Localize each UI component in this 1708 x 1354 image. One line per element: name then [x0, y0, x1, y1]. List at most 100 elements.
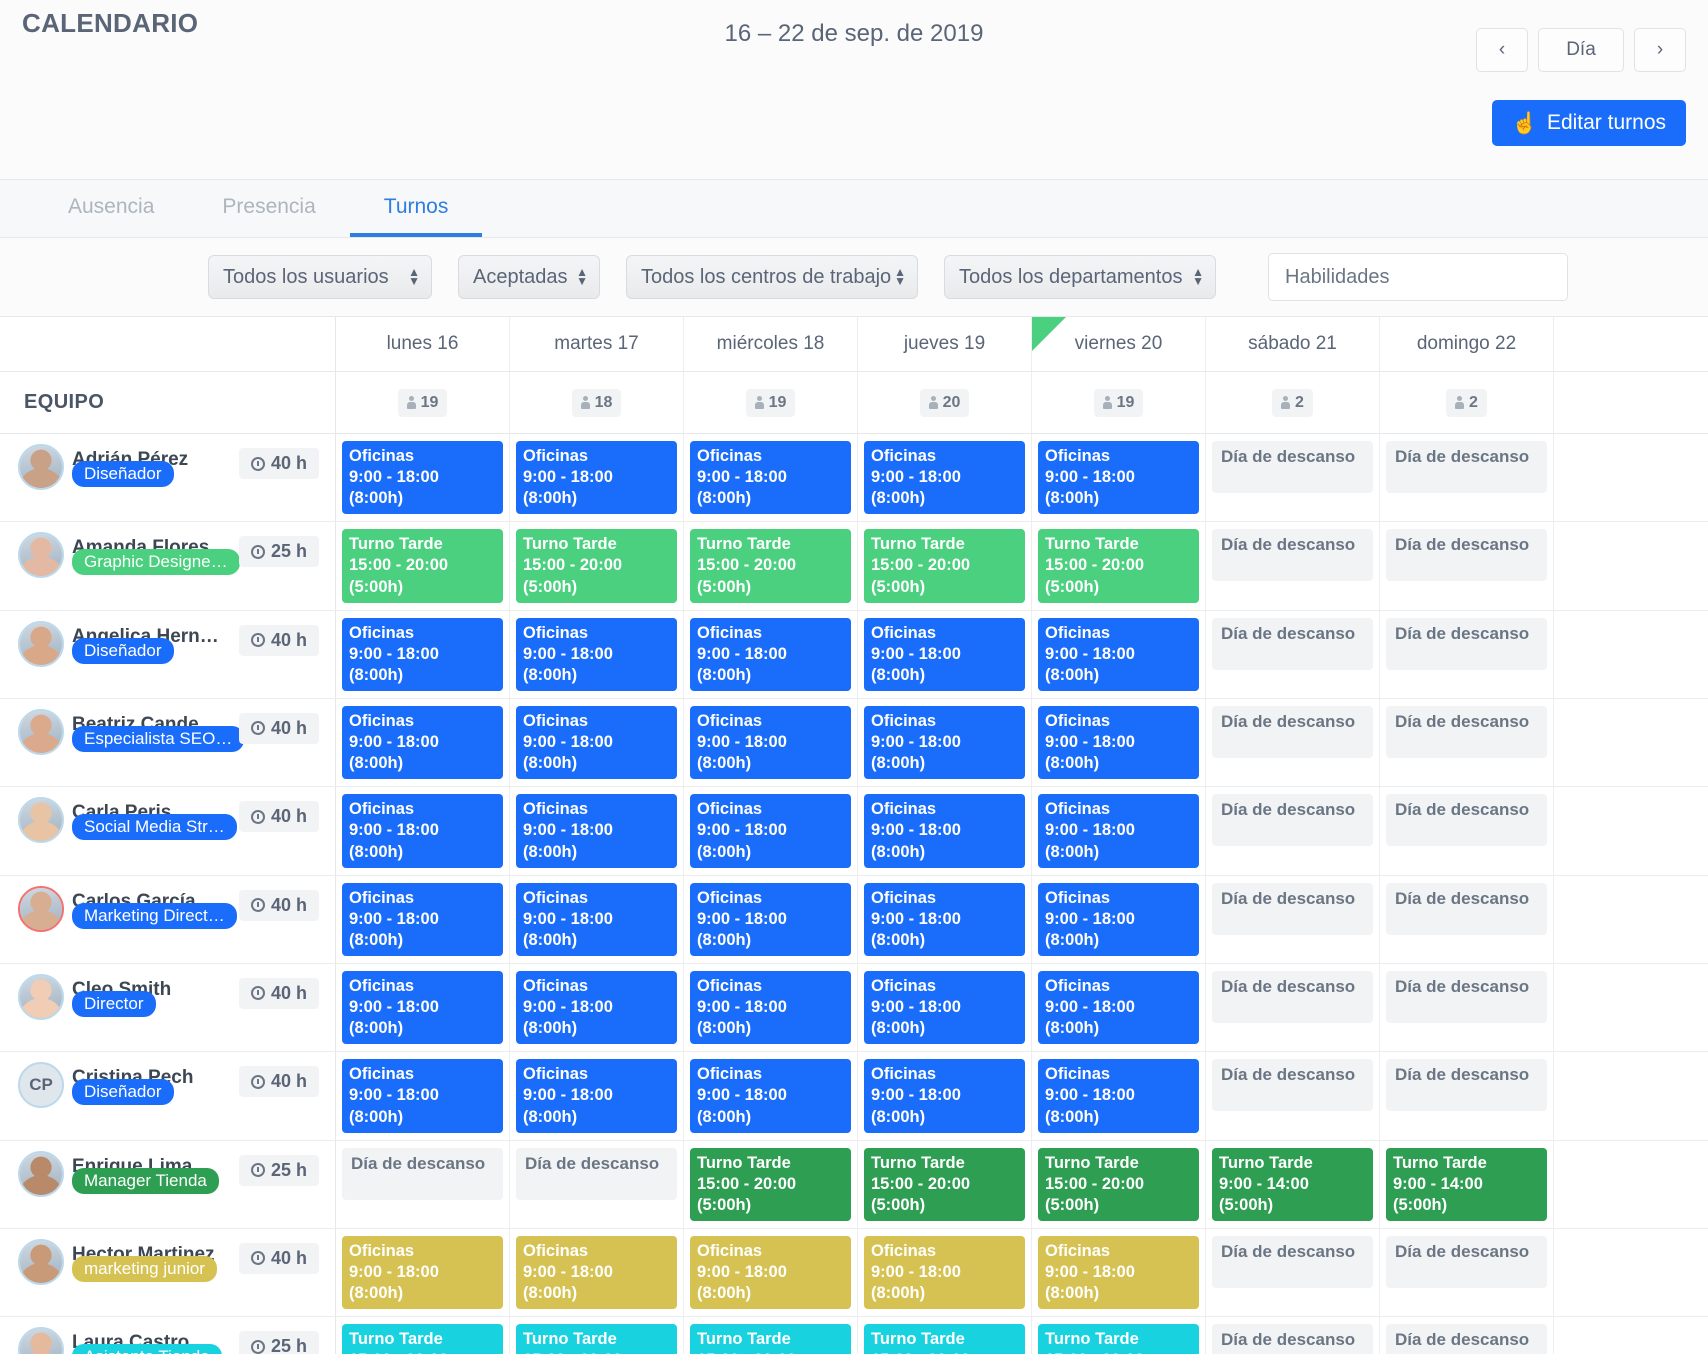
rest-day-block[interactable]: Día de descanso [1386, 971, 1547, 1023]
rest-day-block[interactable]: Día de descanso [1212, 1236, 1373, 1288]
day-cell[interactable]: Turno Tarde15:00 - 20:00 (5:00h) [858, 1141, 1032, 1228]
shift-block[interactable]: Oficinas9:00 - 18:00 (8:00h) [342, 441, 503, 514]
day-cell[interactable]: Día de descanso [1206, 964, 1380, 1051]
shift-block[interactable]: Oficinas9:00 - 18:00 (8:00h) [516, 1059, 677, 1132]
day-cell[interactable]: Oficinas9:00 - 18:00 (8:00h) [336, 1229, 510, 1316]
day-cell[interactable]: Oficinas9:00 - 18:00 (8:00h) [336, 876, 510, 963]
day-cell[interactable]: Oficinas9:00 - 18:00 (8:00h) [858, 1052, 1032, 1139]
employee-cell[interactable]: Laura CastroAsistente Tienda25 h [0, 1317, 336, 1354]
day-cell[interactable]: Oficinas9:00 - 18:00 (8:00h) [510, 964, 684, 1051]
shift-block[interactable]: Turno Tarde15:00 - 20:00 (5:00h) [1038, 529, 1199, 602]
tab-turnos[interactable]: Turnos [350, 180, 483, 237]
shift-block[interactable]: Turno Tarde15:00 - 20:00 (5:00h) [690, 1148, 851, 1221]
day-cell[interactable]: Oficinas9:00 - 18:00 (8:00h) [858, 434, 1032, 521]
prev-period-button[interactable]: ‹ [1476, 28, 1528, 72]
shift-block[interactable]: Oficinas9:00 - 18:00 (8:00h) [516, 1236, 677, 1309]
day-cell[interactable]: Oficinas9:00 - 18:00 (8:00h) [684, 699, 858, 786]
filter-users-select[interactable]: Todos los usuarios ▲▼ [208, 255, 432, 299]
shift-block[interactable]: Oficinas9:00 - 18:00 (8:00h) [1038, 618, 1199, 691]
rest-day-block[interactable]: Día de descanso [342, 1148, 503, 1200]
day-cell[interactable]: Día de descanso [1380, 611, 1554, 698]
day-cell[interactable]: Oficinas9:00 - 18:00 (8:00h) [684, 1052, 858, 1139]
day-cell[interactable]: Día de descanso [336, 1141, 510, 1228]
filter-workplaces-select[interactable]: Todos los centros de trabajo ▲▼ [626, 255, 918, 299]
day-cell[interactable]: Oficinas9:00 - 18:00 (8:00h) [1032, 434, 1206, 521]
day-cell[interactable]: Turno Tarde15:00 - 20:00 (5:00h) [336, 1317, 510, 1354]
day-cell[interactable]: Día de descanso [1206, 522, 1380, 609]
rest-day-block[interactable]: Día de descanso [1386, 1236, 1547, 1288]
day-cell[interactable]: Oficinas9:00 - 18:00 (8:00h) [1032, 1052, 1206, 1139]
day-cell[interactable]: Oficinas9:00 - 18:00 (8:00h) [510, 699, 684, 786]
shift-block[interactable]: Oficinas9:00 - 18:00 (8:00h) [690, 794, 851, 867]
rest-day-block[interactable]: Día de descanso [1212, 529, 1373, 581]
day-cell[interactable]: Oficinas9:00 - 18:00 (8:00h) [510, 611, 684, 698]
shift-block[interactable]: Oficinas9:00 - 18:00 (8:00h) [342, 1059, 503, 1132]
day-cell[interactable]: Oficinas9:00 - 18:00 (8:00h) [336, 1052, 510, 1139]
day-cell[interactable]: Turno Tarde15:00 - 20:00 (5:00h) [510, 522, 684, 609]
rest-day-block[interactable]: Día de descanso [1386, 883, 1547, 935]
shift-block[interactable]: Oficinas9:00 - 18:00 (8:00h) [342, 1236, 503, 1309]
shift-block[interactable]: Turno Tarde15:00 - 20:00 (5:00h) [1038, 1148, 1199, 1221]
rest-day-block[interactable]: Día de descanso [1386, 618, 1547, 670]
day-cell[interactable]: Turno Tarde15:00 - 20:00 (5:00h) [684, 522, 858, 609]
day-cell[interactable]: Oficinas9:00 - 18:00 (8:00h) [510, 434, 684, 521]
day-cell[interactable]: Día de descanso [1380, 522, 1554, 609]
shift-block[interactable]: Oficinas9:00 - 18:00 (8:00h) [516, 618, 677, 691]
rest-day-block[interactable]: Día de descanso [1386, 706, 1547, 758]
shift-block[interactable]: Turno Tarde15:00 - 20:00 (5:00h) [1038, 1324, 1199, 1354]
day-cell[interactable]: Día de descanso [1206, 1317, 1380, 1354]
shift-block[interactable]: Oficinas9:00 - 18:00 (8:00h) [1038, 794, 1199, 867]
shift-block[interactable]: Turno Tarde15:00 - 20:00 (5:00h) [864, 1148, 1025, 1221]
day-cell[interactable]: Día de descanso [1206, 611, 1380, 698]
employee-cell[interactable]: Beatriz Cande…Especialista SEO…40 h [0, 699, 336, 786]
day-cell[interactable]: Oficinas9:00 - 18:00 (8:00h) [684, 964, 858, 1051]
tab-ausencia[interactable]: Ausencia [34, 180, 188, 237]
shift-block[interactable]: Oficinas9:00 - 18:00 (8:00h) [690, 618, 851, 691]
day-cell[interactable]: Oficinas9:00 - 18:00 (8:00h) [684, 611, 858, 698]
day-cell[interactable]: Día de descanso [1380, 1317, 1554, 1354]
shift-block[interactable]: Oficinas9:00 - 18:00 (8:00h) [342, 706, 503, 779]
shift-block[interactable]: Oficinas9:00 - 18:00 (8:00h) [864, 1236, 1025, 1309]
rest-day-block[interactable]: Día de descanso [516, 1148, 677, 1200]
view-mode-button[interactable]: Día [1538, 28, 1624, 72]
shift-block[interactable]: Oficinas9:00 - 18:00 (8:00h) [342, 618, 503, 691]
day-cell[interactable]: Turno Tarde15:00 - 20:00 (5:00h) [858, 522, 1032, 609]
shift-block[interactable]: Oficinas9:00 - 18:00 (8:00h) [690, 883, 851, 956]
shift-block[interactable]: Turno Tarde15:00 - 20:00 (5:00h) [864, 529, 1025, 602]
shift-block[interactable]: Oficinas9:00 - 18:00 (8:00h) [1038, 441, 1199, 514]
filter-status-select[interactable]: Aceptadas ▲▼ [458, 255, 600, 299]
day-cell[interactable]: Oficinas9:00 - 18:00 (8:00h) [858, 611, 1032, 698]
employee-cell[interactable]: Hector Martinezmarketing junior40 h [0, 1229, 336, 1316]
day-cell[interactable]: Oficinas9:00 - 18:00 (8:00h) [858, 787, 1032, 874]
shift-block[interactable]: Oficinas9:00 - 18:00 (8:00h) [342, 794, 503, 867]
day-cell[interactable]: Oficinas9:00 - 18:00 (8:00h) [684, 434, 858, 521]
day-cell[interactable]: Oficinas9:00 - 18:00 (8:00h) [858, 1229, 1032, 1316]
day-cell[interactable]: Día de descanso [1206, 876, 1380, 963]
shift-block[interactable]: Turno Tarde15:00 - 20:00 (5:00h) [864, 1324, 1025, 1354]
shift-block[interactable]: Oficinas9:00 - 18:00 (8:00h) [690, 1059, 851, 1132]
shift-block[interactable]: Turno Tarde15:00 - 20:00 (5:00h) [690, 529, 851, 602]
filter-departments-select[interactable]: Todos los departamentos ▲▼ [944, 255, 1216, 299]
day-cell[interactable]: Día de descanso [1206, 1229, 1380, 1316]
day-cell[interactable]: Oficinas9:00 - 18:00 (8:00h) [1032, 787, 1206, 874]
day-cell[interactable]: Oficinas9:00 - 18:00 (8:00h) [1032, 964, 1206, 1051]
shift-block[interactable]: Oficinas9:00 - 18:00 (8:00h) [690, 1236, 851, 1309]
employee-cell[interactable]: Angelica Hern…Diseñador40 h [0, 611, 336, 698]
shift-block[interactable]: Oficinas9:00 - 18:00 (8:00h) [516, 706, 677, 779]
employee-cell[interactable]: Cleo SmithDirector40 h [0, 964, 336, 1051]
day-cell[interactable]: Día de descanso [1380, 1229, 1554, 1316]
rest-day-block[interactable]: Día de descanso [1386, 794, 1547, 846]
shift-block[interactable]: Oficinas9:00 - 18:00 (8:00h) [516, 794, 677, 867]
shift-block[interactable]: Oficinas9:00 - 18:00 (8:00h) [690, 971, 851, 1044]
day-cell[interactable]: Día de descanso [1206, 434, 1380, 521]
shift-block[interactable]: Turno Tarde15:00 - 20:00 (5:00h) [342, 529, 503, 602]
rest-day-block[interactable]: Día de descanso [1212, 441, 1373, 493]
day-cell[interactable]: Oficinas9:00 - 18:00 (8:00h) [858, 876, 1032, 963]
employee-cell[interactable]: Amanda FloresGraphic Designe…25 h [0, 522, 336, 609]
employee-cell[interactable]: Enrique LimaManager Tienda25 h [0, 1141, 336, 1228]
day-cell[interactable]: Turno Tarde15:00 - 20:00 (5:00h) [684, 1141, 858, 1228]
shift-block[interactable]: Oficinas9:00 - 18:00 (8:00h) [1038, 883, 1199, 956]
shift-block[interactable]: Turno Tarde15:00 - 20:00 (5:00h) [342, 1324, 503, 1354]
shift-block[interactable]: Oficinas9:00 - 18:00 (8:00h) [342, 883, 503, 956]
day-cell[interactable]: Día de descanso [1380, 699, 1554, 786]
